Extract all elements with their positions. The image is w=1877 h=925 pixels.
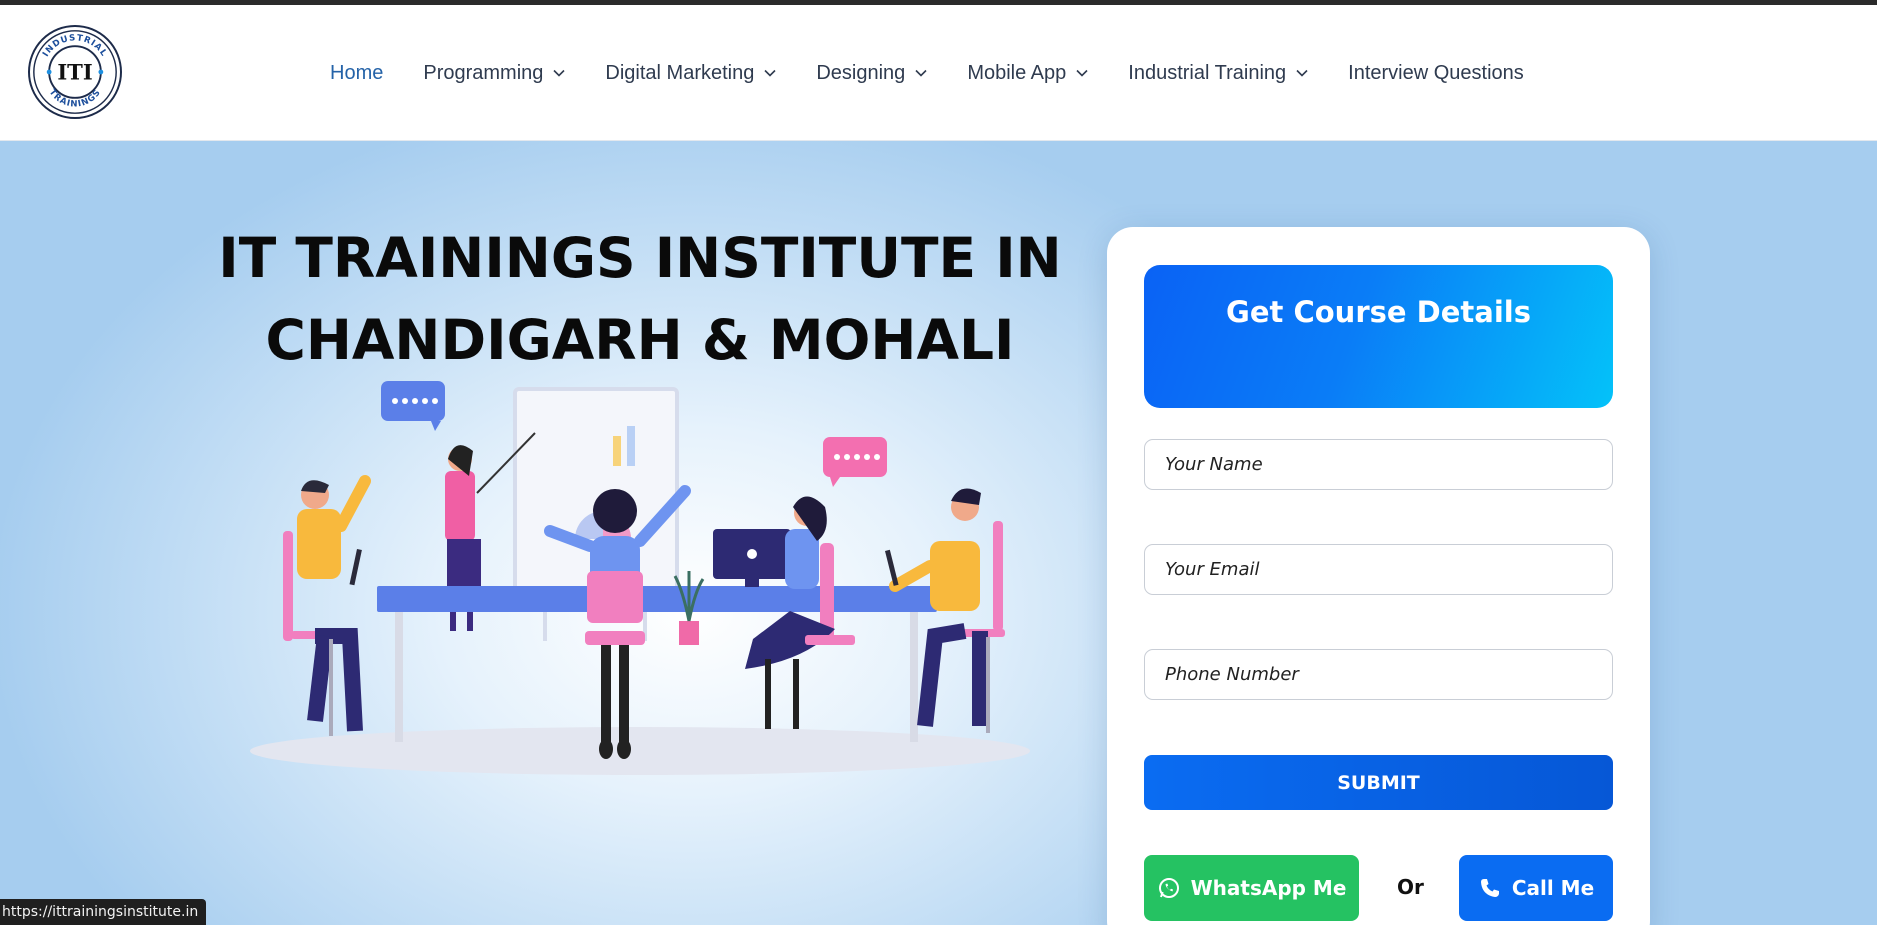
hero-section: IT TRAININGS INSTITUTE IN CHANDIGARH & M… [0,141,1877,925]
site-header: INDUSTRIAL TRAININGS ITI Home Programmin… [0,5,1877,141]
chevron-down-icon [1296,69,1308,77]
hero-title-line2: CHANDIGARH & MOHALI [265,308,1015,372]
submit-button[interactable]: SUBMIT [1144,755,1613,810]
chevron-down-icon [764,69,776,77]
course-details-form: Get Course Details SUBMIT WhatsApp Me Or… [1107,227,1650,925]
nav-home[interactable]: Home [330,62,383,85]
call-label: Call Me [1511,876,1595,900]
main-nav: Home Programming Digital Marketing Desig… [330,5,1524,141]
nav-mobile-app-label: Mobile App [967,61,1067,84]
form-heading: Get Course Details [1226,295,1531,329]
team-meeting-illustration [250,381,1030,775]
chevron-down-icon [915,69,927,77]
phone-input[interactable] [1144,649,1613,700]
nav-interview-questions[interactable]: Interview Questions [1348,62,1524,85]
nav-programming-label: Programming [423,61,544,84]
nav-industrial-training-label: Industrial Training [1128,61,1287,84]
status-bar-url: https://ittrainingsinstitute.in [0,899,207,925]
nav-industrial-training[interactable]: Industrial Training [1128,62,1308,85]
nav-designing[interactable]: Designing [816,62,927,85]
logo-emblem: INDUSTRIAL TRAININGS ITI [33,30,117,114]
nav-digital-marketing-label: Digital Marketing [605,61,755,84]
name-input[interactable] [1144,439,1613,490]
hero-title: IT TRAININGS INSTITUTE IN CHANDIGARH & M… [200,217,1080,381]
nav-home-label: Home [330,61,384,84]
nav-mobile-app[interactable]: Mobile App [967,62,1088,85]
form-header: Get Course Details [1144,265,1613,408]
email-input[interactable] [1144,544,1613,595]
whatsapp-icon [1158,878,1179,898]
call-button[interactable]: Call Me [1459,855,1613,921]
site-logo[interactable]: INDUSTRIAL TRAININGS ITI [28,25,122,119]
whatsapp-button[interactable]: WhatsApp Me [1144,855,1359,921]
chevron-down-icon [1076,69,1088,77]
logo-monogram: ITI [57,60,92,85]
nav-programming[interactable]: Programming [423,62,565,85]
or-separator: Or [1397,875,1424,899]
whatsapp-label: WhatsApp Me [1190,876,1347,900]
nav-interview-questions-label: Interview Questions [1348,61,1524,84]
nav-digital-marketing[interactable]: Digital Marketing [605,62,776,85]
hero-title-line1: IT TRAININGS INSTITUTE IN [218,226,1062,290]
chevron-down-icon [553,69,565,77]
phone-icon [1480,879,1499,897]
nav-designing-label: Designing [816,61,906,84]
